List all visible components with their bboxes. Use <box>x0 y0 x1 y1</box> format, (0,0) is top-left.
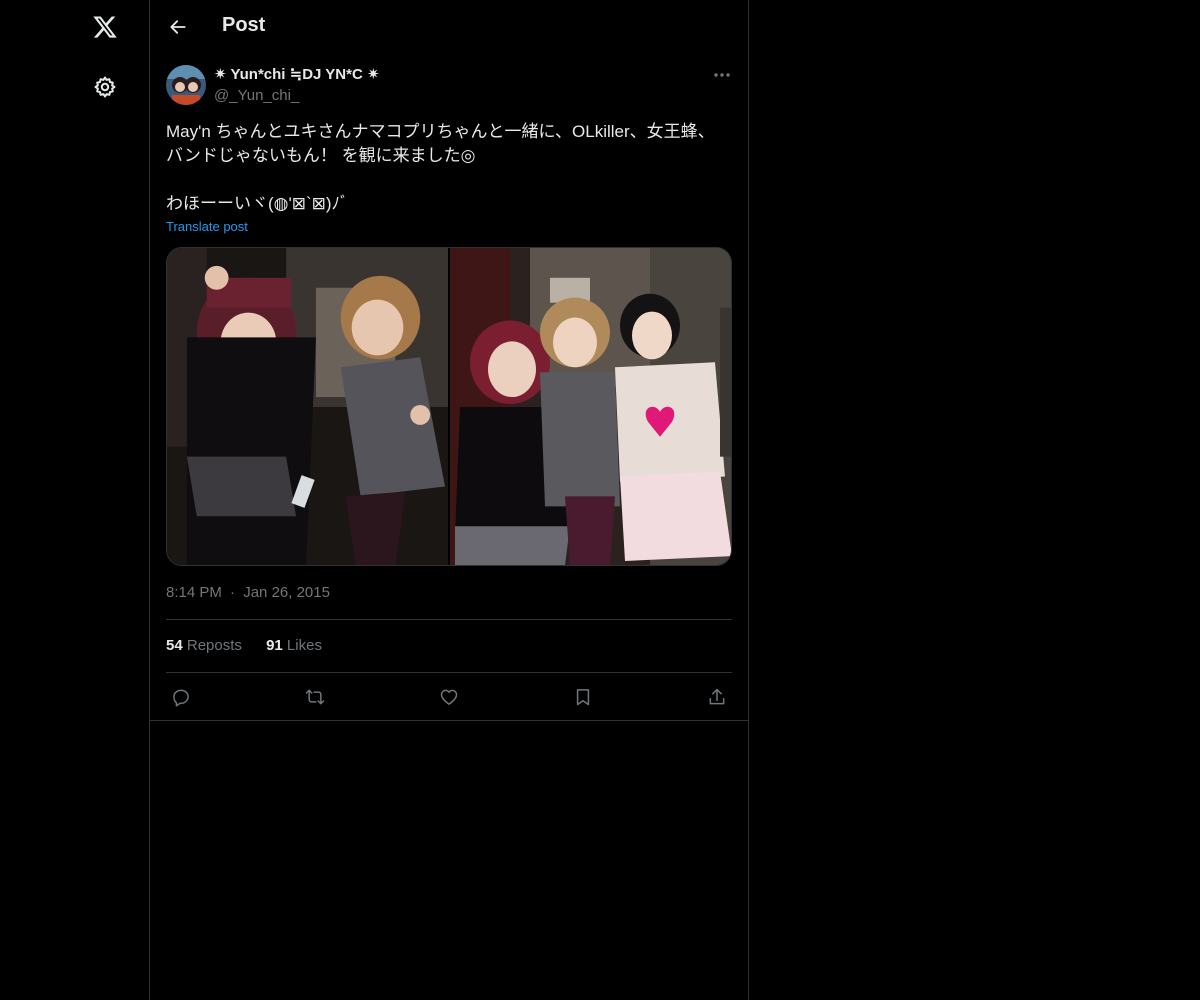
settings-button[interactable] <box>81 63 129 111</box>
author-handle[interactable]: @_Yun_chi_ <box>214 87 299 104</box>
translate-post-link[interactable]: Translate post <box>166 219 248 234</box>
post-timestamp: 8:14 PM · Jan 26, 2015 <box>166 584 330 601</box>
likes-count: 91 <box>266 637 283 654</box>
arrow-left-icon <box>170 20 186 34</box>
back-button[interactable] <box>160 9 196 45</box>
post-text: May'n ちゃんとユキさんナマコプリちゃんと一緒に、OLkiller、女王蜂、… <box>166 120 732 216</box>
likes-label: Likes <box>286 637 322 654</box>
reposts-stat[interactable]: 54 Reposts <box>166 637 242 654</box>
post-date[interactable]: Jan 26, 2015 <box>243 584 330 601</box>
share-icon <box>709 688 725 705</box>
main-column: Post ✷ Yun*chi ≒DJ YN*C ✷ @_Yun_chi_ May… <box>150 0 749 1000</box>
like-icon <box>440 689 458 705</box>
timestamp-separator: · <box>230 584 236 601</box>
divider <box>166 619 732 620</box>
more-options-button[interactable] <box>708 63 736 87</box>
post-action-bar <box>150 673 748 721</box>
reply-icon <box>173 689 189 707</box>
post-header: Post <box>150 0 748 54</box>
reply-button[interactable] <box>163 679 199 715</box>
likes-stat[interactable]: 91 Likes <box>266 637 322 654</box>
author-display-name[interactable]: ✷ Yun*chi ≒DJ YN*C ✷ <box>214 65 380 83</box>
post-text-line <box>166 168 732 192</box>
gear-icon <box>94 76 116 98</box>
post-text-line: わほーーいヾ(◍'⊠`⊠)ﾉﾞ <box>166 194 349 213</box>
photo-1[interactable] <box>167 248 450 565</box>
photo-2[interactable] <box>450 248 731 565</box>
x-logo-icon <box>93 16 117 38</box>
post-time[interactable]: 8:14 PM <box>166 584 222 601</box>
bookmark-icon <box>576 689 590 706</box>
bookmark-button[interactable] <box>565 679 601 715</box>
left-nav-rail <box>0 0 150 1000</box>
repost-icon <box>305 689 325 705</box>
reposts-label: Reposts <box>186 637 242 654</box>
x-home-logo[interactable] <box>81 3 129 51</box>
more-horizontal-icon <box>714 73 730 77</box>
post-text-line: May'n ちゃんとユキさんナマコプリちゃんと一緒に、OLkiller、女王蜂、 <box>166 122 715 141</box>
avatar[interactable] <box>166 65 206 105</box>
divider <box>150 720 748 721</box>
like-button[interactable] <box>431 679 467 715</box>
post-stats: 54 Reposts 91 Likes <box>166 637 342 654</box>
share-button[interactable] <box>699 679 735 715</box>
post-text-line: バンドじゃないもん！ を観に来ました◎ <box>166 146 476 165</box>
page-title: Post <box>222 14 266 36</box>
reposts-count: 54 <box>166 637 183 654</box>
post-media[interactable] <box>166 247 732 566</box>
repost-button[interactable] <box>297 679 333 715</box>
